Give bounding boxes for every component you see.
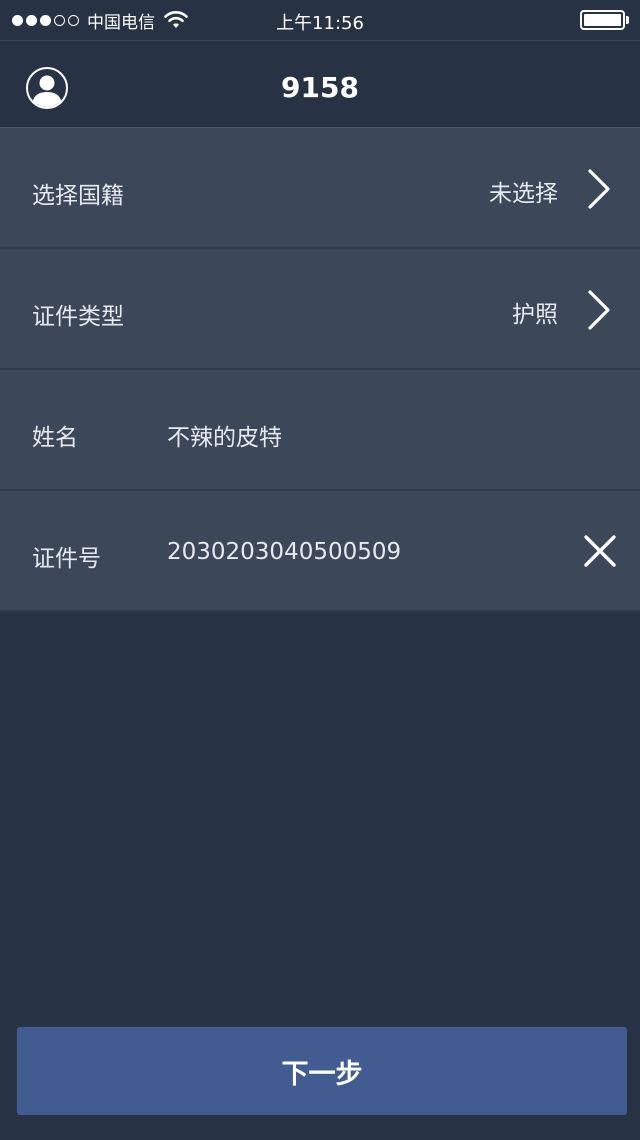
- status-time: 上午11:56: [276, 13, 364, 34]
- nationality-label: 选择国籍: [32, 183, 124, 209]
- id-number-label: 证件号: [32, 546, 101, 572]
- battery-fill: [584, 14, 621, 26]
- battery-cap: [626, 16, 629, 24]
- chevron-right-icon: [588, 169, 610, 209]
- name-input[interactable]: 不辣的皮特: [167, 418, 282, 452]
- battery-body: [580, 10, 625, 30]
- id-type-value: 护照: [512, 302, 558, 328]
- nationality-value: 未选择: [489, 181, 558, 207]
- form-list: 选择国籍 未选择 证件类型 护照 姓名 不辣的皮特 证件号 2030203040…: [0, 127, 640, 612]
- name-row: 姓名 不辣的皮特: [0, 370, 640, 491]
- id-type-label: 证件类型: [32, 304, 124, 330]
- chevron-right-icon: [588, 290, 610, 330]
- status-bar: 中国电信 上午11:56: [0, 0, 640, 40]
- next-step-button[interactable]: 下一步: [17, 1027, 627, 1115]
- name-label: 姓名: [32, 425, 78, 451]
- id-number-input[interactable]: 2030203040500509: [167, 539, 401, 565]
- battery-icon: [580, 10, 630, 30]
- page: 中国电信 上午11:56 9158 选择国籍 未选择 证件类型 护照 姓名 不辣…: [0, 0, 640, 1140]
- id-type-row[interactable]: 证件类型 护照: [0, 249, 640, 370]
- nationality-row[interactable]: 选择国籍 未选择: [0, 128, 640, 249]
- page-title: 9158: [281, 71, 359, 104]
- clear-icon[interactable]: [582, 533, 618, 569]
- nav-bar: 9158: [0, 40, 640, 127]
- id-number-row: 证件号 2030203040500509: [0, 491, 640, 612]
